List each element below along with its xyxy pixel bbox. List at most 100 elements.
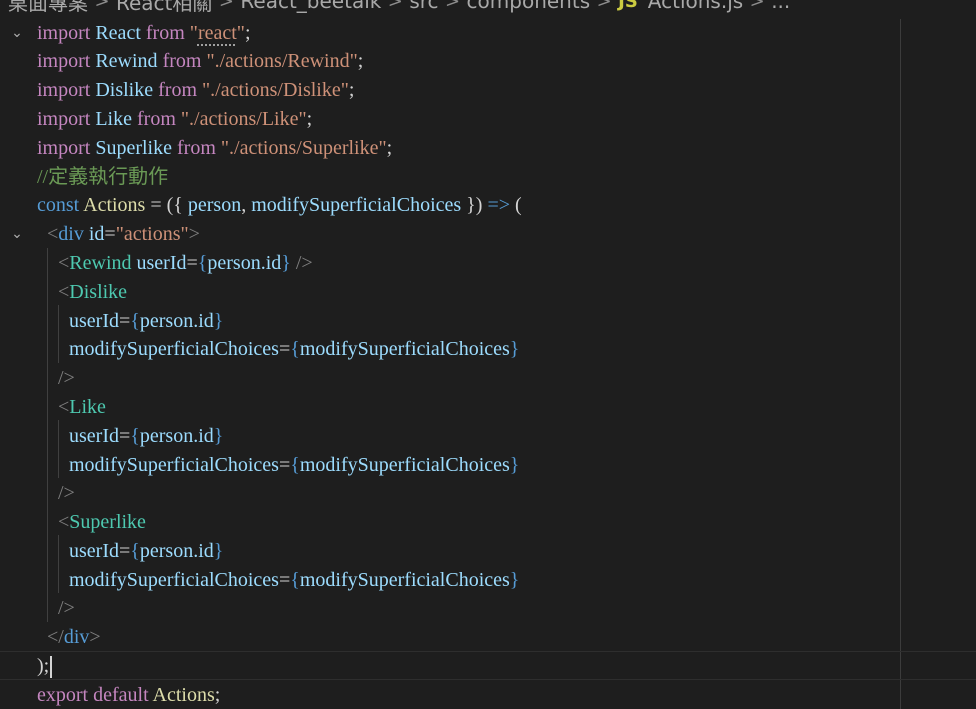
code-line-2[interactable]: import Rewind from "./actions/Rewind"; (37, 47, 363, 76)
code-token: default (93, 684, 149, 706)
code-line-6[interactable]: //定義執行動作 (37, 163, 168, 192)
code-token: " (189, 22, 198, 44)
code-token: person (187, 194, 242, 216)
code-line-21[interactable]: /> (58, 594, 75, 623)
code-line-10[interactable]: <Dislike (58, 278, 127, 307)
code-token: Superlike (95, 137, 172, 159)
code-token: </ (47, 626, 64, 648)
code-token: } (281, 252, 291, 274)
breadcrumb-item-react-related[interactable]: React相關 (116, 0, 212, 16)
code-token: = (186, 252, 198, 274)
code-token: person.id (139, 425, 214, 447)
code-token: import (37, 22, 91, 44)
code-line-23[interactable]: ); (37, 652, 53, 681)
code-token: div (63, 626, 90, 648)
code-token: < (58, 281, 70, 303)
code-line-1[interactable]: import React from "react"; (37, 19, 251, 48)
code-token: Dislike (95, 79, 154, 101)
code-line-22[interactable]: </div> (47, 623, 101, 652)
code-token: ; (244, 22, 251, 44)
indent-guide (58, 305, 59, 363)
breadcrumb-separator: > (94, 0, 110, 12)
breadcrumb-separator: > (749, 0, 765, 12)
code-token: < (58, 396, 70, 418)
code-token: id (88, 223, 105, 245)
code-line-18[interactable]: <Superlike (58, 508, 146, 537)
code-editor[interactable]: ⌄ ⌄ import React from "react"; import Re… (0, 0, 976, 709)
code-token: modifySuperficialChoices (69, 338, 279, 360)
code-line-15[interactable]: userId={person.id} (69, 422, 223, 451)
code-token: < (58, 252, 70, 274)
code-line-8[interactable]: <div id="actions"> (47, 220, 200, 249)
indent-guide (58, 535, 59, 593)
chevron-down-icon[interactable]: ⌄ (8, 220, 26, 249)
code-token: { (290, 569, 300, 591)
code-line-24[interactable]: export default Actions; (37, 681, 220, 709)
code-token: > (188, 223, 200, 245)
code-token: Actions (83, 194, 146, 216)
code-token: { (130, 540, 140, 562)
code-token: } (509, 454, 520, 476)
code-token: { (290, 454, 300, 476)
code-token: userId (69, 425, 119, 447)
code-token: div (58, 223, 84, 245)
code-token: Like (69, 396, 106, 418)
code-token: { (290, 338, 300, 360)
chevron-down-icon[interactable]: ⌄ (8, 19, 26, 48)
breadcrumb-item-desktop-project[interactable]: 桌面專案 (8, 0, 88, 16)
code-token: React (95, 22, 141, 44)
indent-guide (47, 248, 48, 622)
code-token: { (130, 425, 140, 447)
code-token: = (118, 540, 131, 562)
breadcrumb-item-components[interactable]: components (467, 0, 591, 13)
code-token: import (37, 79, 91, 101)
code-token: /> (58, 597, 75, 619)
breadcrumb-item-file[interactable]: Actions.js (648, 0, 743, 13)
code-line-19[interactable]: userId={person.id} (69, 537, 223, 566)
code-line-12[interactable]: modifySuperficialChoices={modifySuperfic… (69, 335, 519, 364)
code-token: " (236, 22, 245, 44)
code-line-7[interactable]: const Actions = ({ person, modifySuperfi… (37, 191, 522, 220)
code-token: = (118, 310, 131, 332)
code-token: from (145, 22, 185, 44)
code-line-20[interactable]: modifySuperficialChoices={modifySuperfic… (69, 566, 519, 595)
code-line-4[interactable]: import Like from "./actions/Like"; (37, 105, 312, 134)
code-token: Rewind (95, 50, 158, 72)
code-line-5[interactable]: import Superlike from "./actions/Superli… (37, 134, 392, 163)
code-token: /> (290, 252, 313, 274)
code-token: userId (69, 310, 119, 332)
code-line-17[interactable]: /> (58, 479, 75, 508)
code-token: /> (58, 367, 75, 389)
breadcrumb-item-react-beetalk[interactable]: React_beetalk (240, 0, 381, 13)
code-token: Rewind (69, 252, 132, 274)
code-token: } (213, 310, 224, 332)
code-token: modifySuperficialChoices (299, 569, 510, 591)
code-token: import (37, 137, 91, 159)
code-token: ; (348, 79, 355, 101)
code-token: } (213, 540, 224, 562)
code-token: ; (386, 137, 393, 159)
code-token: ); (37, 655, 50, 677)
breadcrumb-separator: > (218, 0, 234, 12)
code-token: = ({ (145, 194, 188, 216)
breadcrumb-item-src[interactable]: src (409, 0, 438, 13)
code-line-13[interactable]: /> (58, 364, 75, 393)
code-line-3[interactable]: import Dislike from "./actions/Dislike"; (37, 76, 354, 105)
code-token: , (241, 194, 252, 216)
code-line-14[interactable]: <Like (58, 393, 106, 422)
code-line-11[interactable]: userId={person.id} (69, 307, 223, 336)
code-token: ; (357, 50, 364, 72)
breadcrumb-symbol-ellipsis[interactable]: ... (771, 0, 790, 13)
code-token: modifySuperficialChoices (69, 569, 279, 591)
breadcrumb-separator: > (596, 0, 612, 12)
code-token: { (130, 310, 140, 332)
code-line-9[interactable]: <Rewind userId={person.id} /> (58, 249, 313, 278)
code-token: const (37, 194, 80, 216)
code-token: Superlike (69, 511, 146, 533)
code-token: from (137, 108, 176, 130)
code-token: modifySuperficialChoices (299, 338, 510, 360)
code-token: /> (58, 482, 75, 504)
code-token: from (177, 137, 216, 159)
javascript-file-icon: JS (618, 0, 638, 12)
code-line-16[interactable]: modifySuperficialChoices={modifySuperfic… (69, 451, 519, 480)
